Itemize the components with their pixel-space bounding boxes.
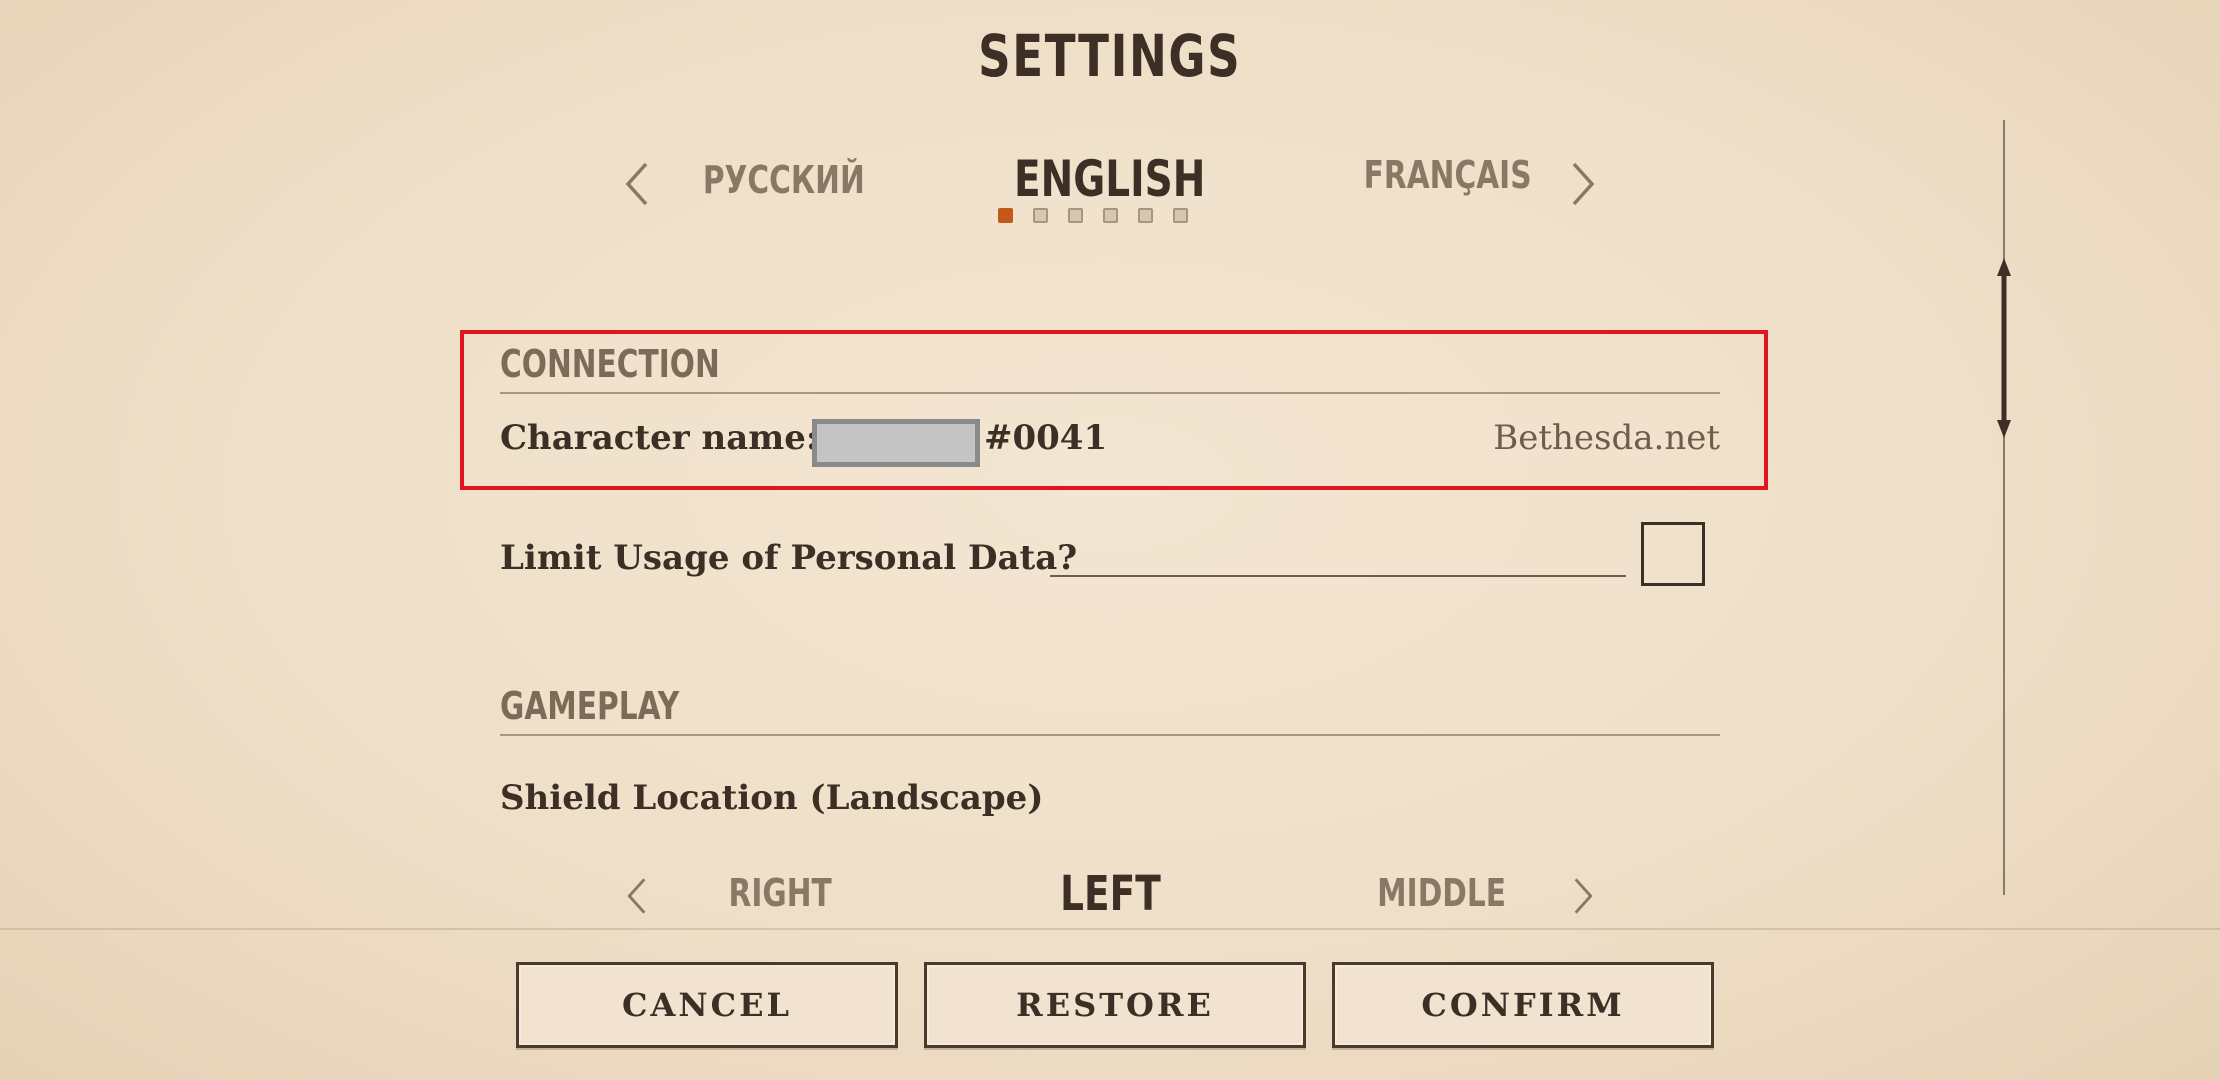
settings-screen: SETTINGS РУССКИЙ ENGLISH FRANÇAIS CONNEC…	[0, 0, 2220, 1080]
language-next-chevron-icon[interactable]	[1570, 160, 1598, 208]
shield-option-prev[interactable]: RIGHT	[680, 871, 880, 915]
language-page-dot	[1173, 208, 1188, 223]
scrollbar-track[interactable]	[2003, 120, 2005, 895]
limit-personal-data-label: Limit Usage of Personal Data?	[500, 538, 1078, 578]
bethesda-net-link[interactable]: Bethesda.net	[1490, 418, 1720, 458]
language-page-dot	[1068, 208, 1083, 223]
leader-line	[1050, 575, 1626, 577]
language-option-prev[interactable]: РУССКИЙ	[680, 158, 880, 202]
confirm-button[interactable]: CONFIRM	[1332, 962, 1714, 1048]
language-page-dot	[998, 208, 1013, 223]
paper-edge	[0, 928, 2220, 930]
language-option-selected[interactable]: ENGLISH	[960, 150, 1260, 208]
language-page-dots	[998, 208, 1188, 223]
shield-location-label: Shield Location (Landscape)	[500, 778, 1044, 818]
character-tag: #0041	[984, 418, 1108, 458]
limit-personal-data-checkbox[interactable]	[1641, 522, 1705, 586]
character-name-redacted	[812, 419, 980, 467]
shield-prev-chevron-icon[interactable]	[624, 876, 648, 916]
shield-next-chevron-icon[interactable]	[1572, 876, 1596, 916]
shield-option-next[interactable]: MIDDLE	[1342, 871, 1542, 915]
language-prev-chevron-icon[interactable]	[622, 160, 650, 208]
cancel-button[interactable]: CANCEL	[516, 962, 898, 1048]
language-option-next[interactable]: FRANÇAIS	[1340, 153, 1540, 197]
language-page-dot	[1103, 208, 1118, 223]
language-page-dot	[1138, 208, 1153, 223]
page-title: SETTINGS	[978, 22, 1242, 90]
language-page-dot	[1033, 208, 1048, 223]
scrollbar-thumb[interactable]	[1996, 258, 2012, 438]
shield-option-selected[interactable]: LEFT	[980, 866, 1240, 922]
connection-heading: CONNECTION	[500, 342, 1720, 394]
character-name-label: Character name:	[500, 418, 819, 458]
restore-button[interactable]: RESTORE	[924, 962, 1306, 1048]
gameplay-heading: GAMEPLAY	[500, 684, 1720, 736]
